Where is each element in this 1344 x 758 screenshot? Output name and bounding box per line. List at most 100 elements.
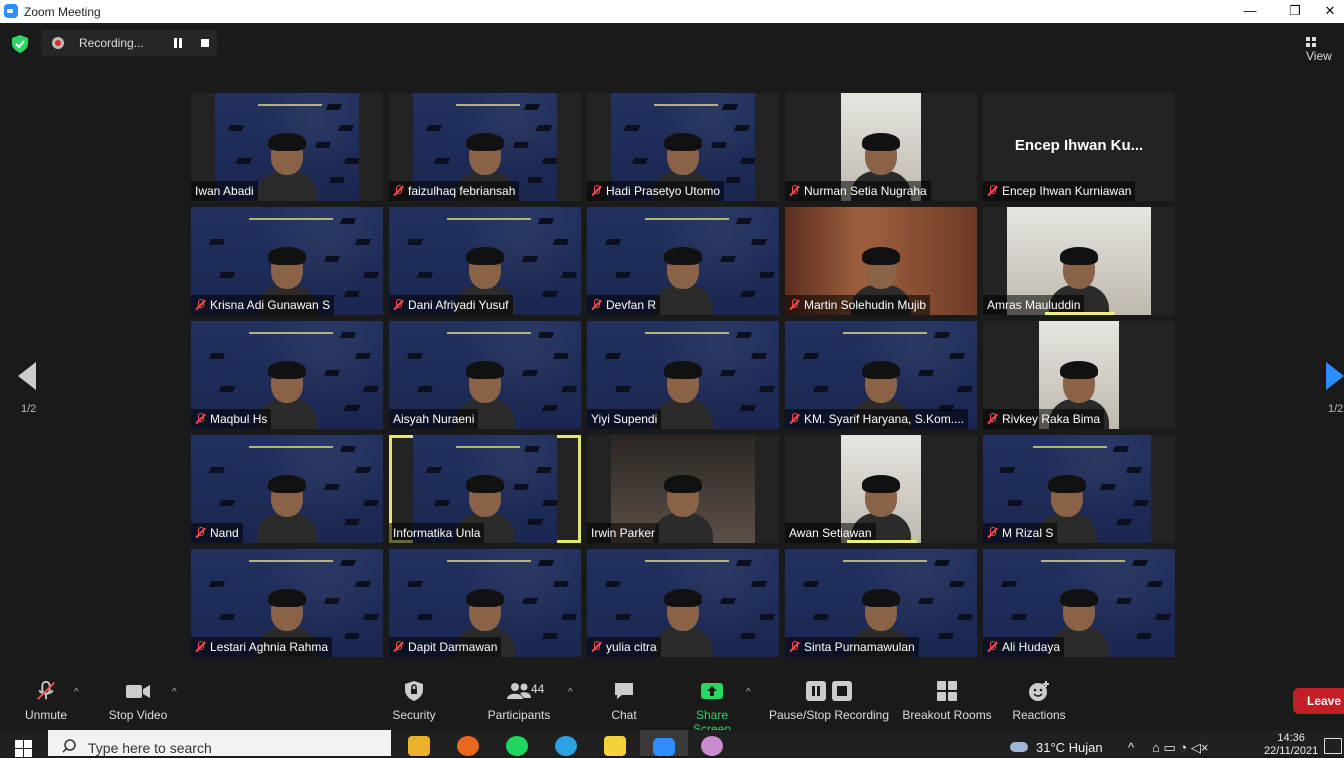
prev-page-button[interactable]: 1/2 — [18, 362, 38, 415]
sticky-notes-icon[interactable] — [604, 736, 626, 756]
participant-tile[interactable]: Informatika Unla — [389, 435, 581, 543]
graduation-cap-icon — [339, 445, 356, 452]
graduation-cap-icon — [1116, 597, 1133, 604]
encryption-shield-icon[interactable] — [12, 35, 28, 53]
graduation-cap-icon — [355, 353, 372, 360]
participants-label: Participants — [487, 708, 551, 722]
background-decoration — [842, 332, 928, 334]
graduation-cap-icon — [324, 597, 341, 604]
participant-tile[interactable]: Iwan Abadi — [191, 93, 383, 201]
graduation-cap-icon — [355, 467, 372, 474]
view-button[interactable]: View — [1306, 35, 1344, 63]
muted-mic-icon — [987, 641, 997, 652]
tray-overflow-icon[interactable]: ^ — [1128, 740, 1134, 755]
audio-options-chevron-icon[interactable]: ^ — [74, 687, 79, 698]
participant-tile[interactable]: Martin Solehudin Mujib — [785, 207, 977, 315]
graduation-cap-icon — [209, 239, 226, 246]
leave-button[interactable]: Leave — [1293, 688, 1344, 714]
participant-tile[interactable]: Awan Setiawan — [785, 435, 977, 543]
zoom-taskbar-button[interactable] — [640, 730, 688, 756]
file-explorer-icon[interactable] — [408, 736, 430, 756]
reactions-button[interactable]: Reactions — [1012, 680, 1066, 722]
participant-tile[interactable]: M Rizal S — [983, 435, 1175, 543]
graduation-cap-icon — [314, 141, 331, 148]
unmute-button[interactable]: Unmute — [22, 680, 70, 722]
participants-options-chevron-icon[interactable]: ^ — [568, 687, 573, 698]
participant-name: KM. Syarif Haryana, S.Kom.... — [804, 412, 965, 426]
pause-recording-icon[interactable] — [173, 38, 183, 48]
windows-start-icon[interactable] — [15, 740, 33, 758]
video-options-chevron-icon[interactable]: ^ — [172, 687, 177, 698]
participants-icon — [507, 683, 531, 699]
participant-tile[interactable]: Krisna Adi Gunawan S — [191, 207, 383, 315]
participant-tile[interactable]: KM. Syarif Haryana, S.Kom.... — [785, 321, 977, 429]
participant-tile[interactable]: Nurman Setia Nugraha — [785, 93, 977, 201]
recording-label: Recording... — [79, 36, 144, 50]
participant-tile[interactable]: Irwin Parker — [587, 435, 779, 543]
participant-tile[interactable]: Sinta Purnamawulan — [785, 549, 977, 657]
stop-recording-icon[interactable] — [201, 39, 209, 47]
security-button[interactable]: Security — [390, 680, 438, 722]
close-button[interactable]: ✕ — [1316, 2, 1344, 20]
restore-button[interactable]: ❐ — [1275, 2, 1315, 20]
chevron-right-icon — [1326, 362, 1344, 390]
paint-icon[interactable] — [701, 736, 723, 756]
share-screen-button[interactable]: Share Screen — [676, 680, 748, 736]
share-options-chevron-icon[interactable]: ^ — [746, 687, 751, 698]
graduation-cap-icon — [725, 177, 742, 184]
spotify-icon[interactable] — [506, 736, 528, 756]
graduation-cap-icon — [407, 353, 424, 360]
next-page-button[interactable]: 1/2 — [1326, 362, 1344, 415]
participant-tile[interactable]: Encep Ihwan Ku... Encep Ihwan Kurniawan — [983, 93, 1175, 201]
participant-name: Devfan R — [606, 298, 657, 312]
participant-tile[interactable]: Devfan R — [587, 207, 779, 315]
graduation-cap-icon — [416, 385, 433, 392]
telegram-icon[interactable] — [555, 736, 577, 756]
page-indicator: 1/2 — [21, 403, 37, 415]
graduation-cap-icon — [218, 499, 235, 506]
participant-name-plate: Rivkey Raka Bima — [983, 409, 1105, 429]
participant-tile[interactable]: Ali Hudaya — [983, 549, 1175, 657]
security-shield-icon — [405, 681, 423, 701]
participant-tile[interactable]: Dapit Darmawan — [389, 549, 581, 657]
participant-tile[interactable]: Nand — [191, 435, 383, 543]
graduation-cap-icon — [733, 125, 750, 132]
graduation-cap-icon — [343, 157, 359, 164]
graduation-cap-icon — [1147, 581, 1164, 588]
participants-button[interactable]: 44 Participants — [486, 680, 552, 722]
weather-widget[interactable]: 31°C Hujan — [1010, 740, 1103, 755]
stop-video-button[interactable]: Stop Video — [107, 680, 169, 722]
participant-tile[interactable]: Hadi Prasetyo Utomo — [587, 93, 779, 201]
graduation-cap-icon — [527, 177, 544, 184]
participant-tile[interactable]: Amras Mauluddin — [983, 207, 1175, 315]
graduation-cap-icon — [209, 581, 226, 588]
reactions-label: Reactions — [1012, 708, 1066, 722]
participant-tile[interactable]: Aisyah Nuraeni — [389, 321, 581, 429]
pause-stop-recording-button[interactable]: Pause/Stop Recording — [768, 680, 890, 722]
participant-silhouette — [257, 133, 317, 201]
firefox-icon[interactable] — [457, 736, 479, 756]
participant-tile[interactable]: Dani Afriyadi Yusuf — [389, 207, 581, 315]
participant-tile[interactable]: Yiyi Supendi — [587, 321, 779, 429]
participant-name-plate: Informatika Unla — [389, 523, 485, 543]
participant-tile[interactable]: Rivkey Raka Bima — [983, 321, 1175, 429]
participant-tile[interactable]: faizulhaq febriansah — [389, 93, 581, 201]
tray-icons[interactable]: ⌂ ▭ ◔ ◁× — [1152, 740, 1208, 756]
taskbar-search-box[interactable]: Type here to search — [48, 730, 391, 756]
background-decoration — [644, 560, 730, 562]
graduation-cap-icon — [522, 255, 539, 262]
chat-button[interactable]: Chat — [606, 680, 642, 722]
participant-tile[interactable]: Lestari Aghnia Rahma — [191, 549, 383, 657]
participant-tile[interactable]: Maqbul Hs — [191, 321, 383, 429]
security-label: Security — [392, 708, 436, 722]
minimize-button[interactable]: — — [1230, 2, 1270, 20]
graduation-cap-icon — [812, 385, 829, 392]
graduation-cap-icon — [1112, 445, 1130, 452]
graduation-cap-icon — [605, 353, 622, 360]
participant-tile[interactable]: yulia citra — [587, 549, 779, 657]
breakout-rooms-button[interactable]: Breakout Rooms — [902, 680, 992, 722]
graduation-cap-icon — [218, 613, 235, 620]
clock[interactable]: 14:36 22/11/2021 — [1264, 732, 1318, 758]
muted-mic-icon — [987, 185, 997, 196]
notifications-icon[interactable] — [1324, 738, 1342, 754]
